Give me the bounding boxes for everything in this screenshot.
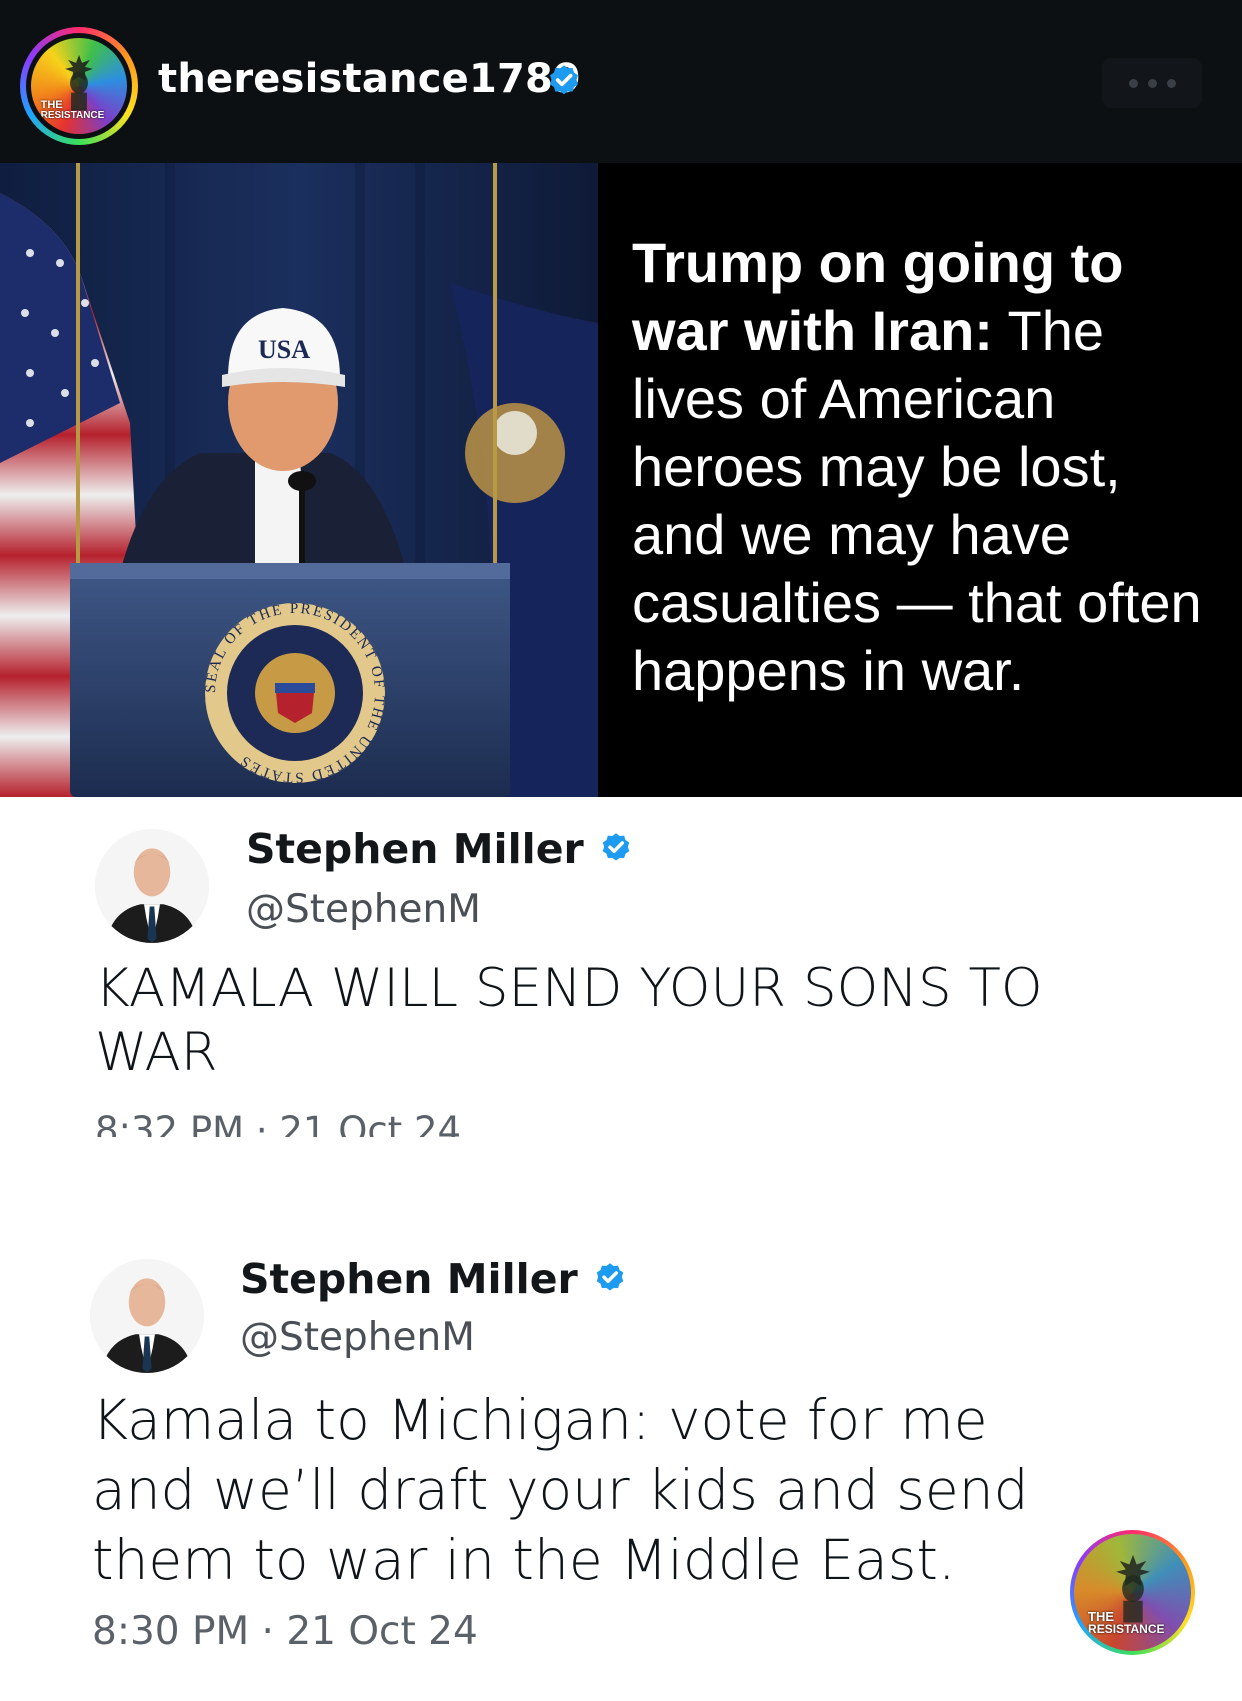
resistance-logo: THE RESISTANCE xyxy=(31,38,127,134)
post-image: USA SEAL OF THE PRESIDENT OF THE UNITED … xyxy=(0,163,1242,797)
display-name-text: Stephen Miller xyxy=(246,825,584,873)
display-name[interactable]: Stephen Miller xyxy=(240,1255,628,1303)
cap-text: USA xyxy=(258,335,310,364)
display-name-text: Stephen Miller xyxy=(240,1255,578,1303)
avatar[interactable] xyxy=(95,829,209,943)
resistance-watermark-logo: THE RESISTANCE xyxy=(1070,1530,1195,1655)
trump-podium-photo: USA SEAL OF THE PRESIDENT OF THE UNITED … xyxy=(0,163,598,797)
display-name[interactable]: Stephen Miller xyxy=(246,825,634,873)
tweet-text: KAMALA WILL SEND YOUR SONS TO WAR xyxy=(95,958,1043,1083)
more-horizontal-icon[interactable] xyxy=(1102,58,1202,108)
tweet-text: Kamala to Michigan: vote for me and we’l… xyxy=(92,1388,1029,1592)
profile-avatar[interactable]: THE RESISTANCE xyxy=(20,27,138,145)
handle[interactable]: @StephenM xyxy=(246,887,481,932)
verified-badge-icon xyxy=(596,1263,623,1291)
logo-text-resistance: RESISTANCE xyxy=(1088,1621,1165,1636)
logo-text-the: THE xyxy=(1088,1608,1115,1624)
avatar[interactable] xyxy=(90,1259,204,1373)
post-header: THE RESISTANCE theresistance1789 xyxy=(0,0,1242,163)
quote-panel: Trump on going to war with Iran: The liv… xyxy=(598,163,1242,797)
verified-badge-icon xyxy=(602,833,629,861)
quote-text: Trump on going to war with Iran: The liv… xyxy=(632,229,1222,705)
username[interactable]: theresistance1789 xyxy=(158,56,581,102)
handle[interactable]: @StephenM xyxy=(240,1315,475,1360)
tweet-card: Stephen Miller @StephenM Kamala to Michi… xyxy=(0,1137,1242,1701)
timestamp[interactable]: 8:30 PM · 21 Oct 24 xyxy=(92,1609,478,1654)
tweet-card: Stephen Miller @StephenM KAMALA WILL SEN… xyxy=(0,797,1242,1152)
logo-text-the: THE xyxy=(40,98,63,111)
logo-text-resistance: RESISTANCE xyxy=(40,109,105,121)
verified-badge-icon xyxy=(550,65,578,95)
